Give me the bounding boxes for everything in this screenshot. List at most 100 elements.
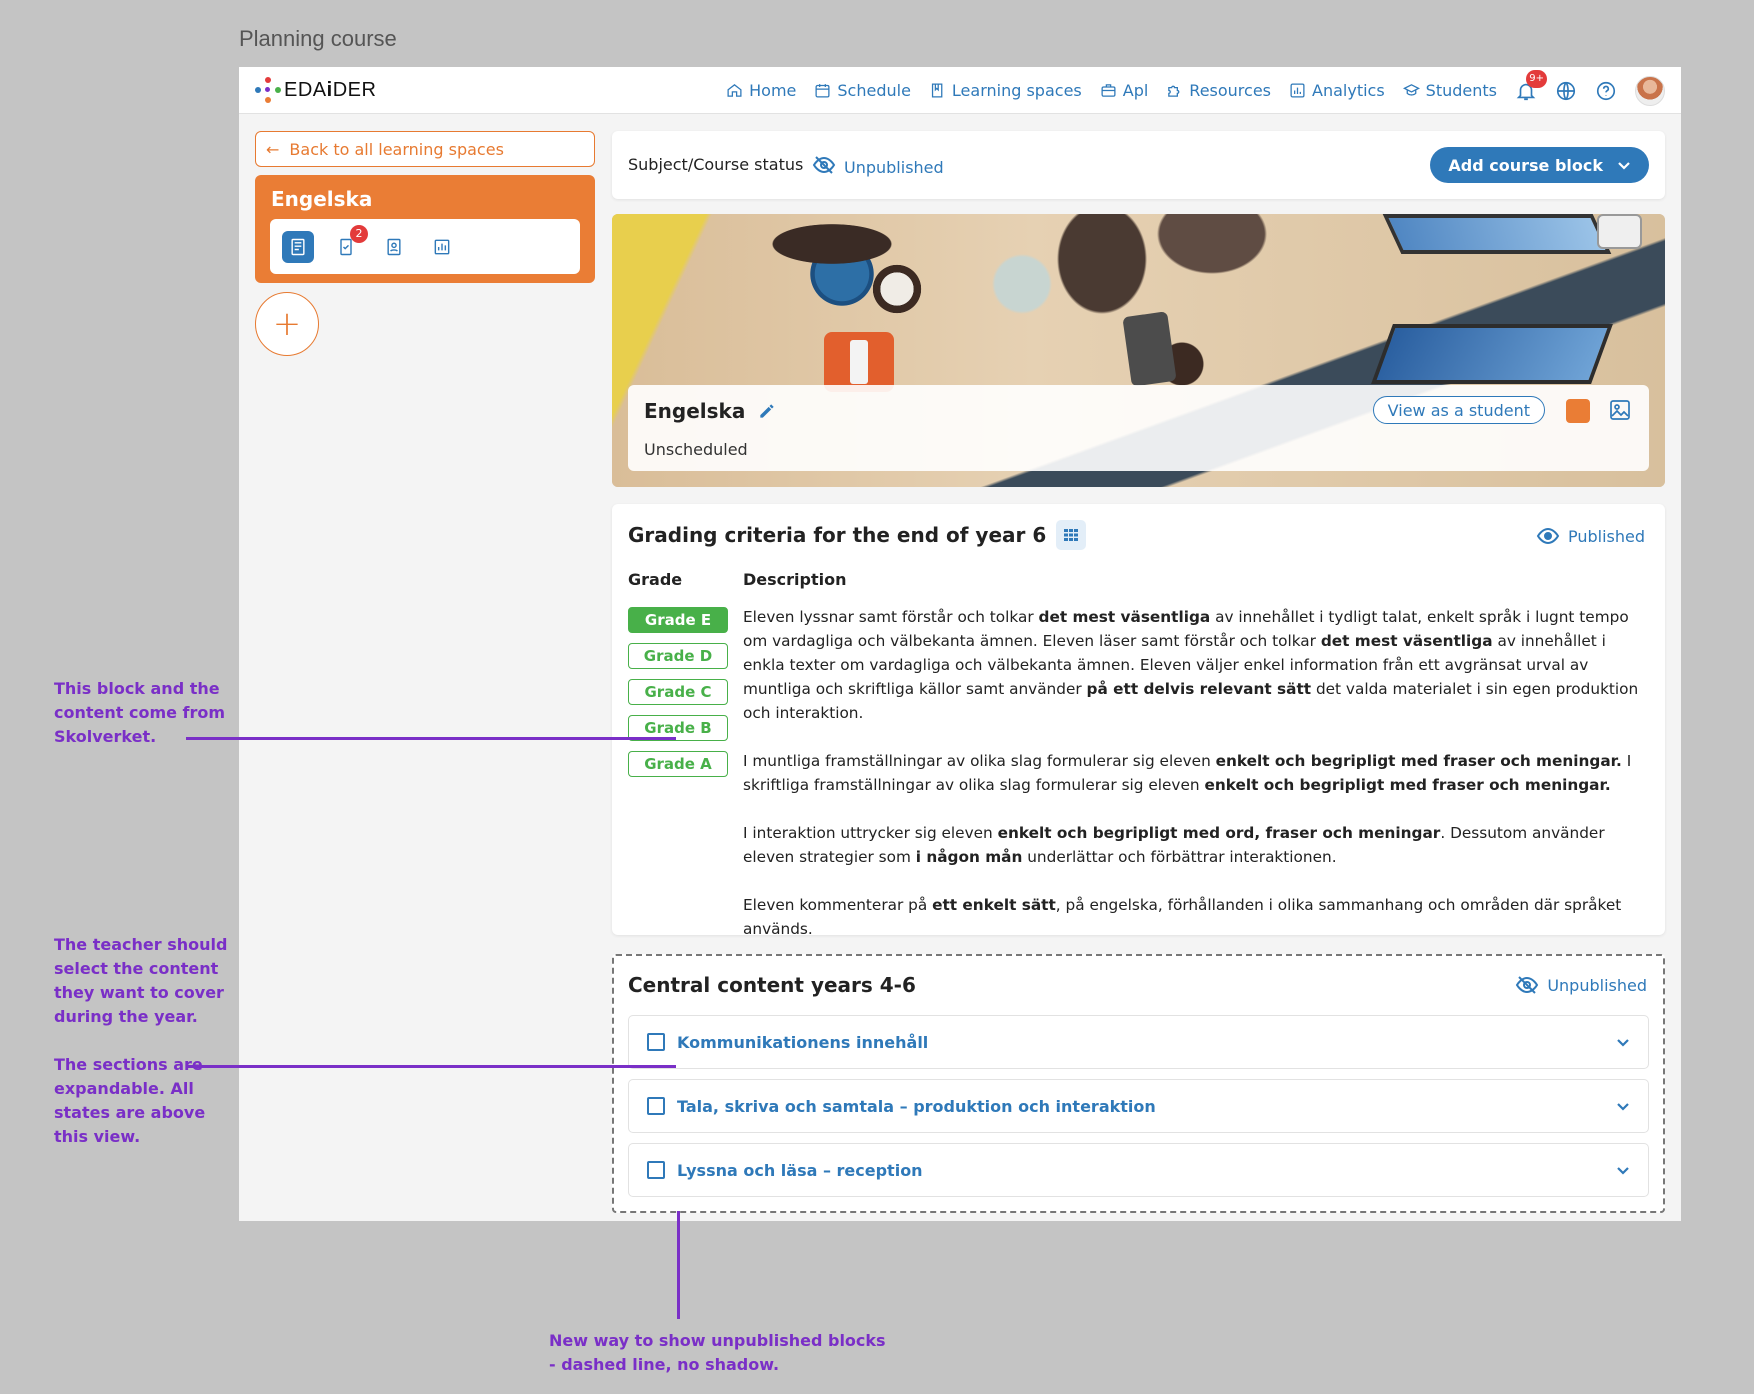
hero-image-detail [1122,311,1177,387]
section-label: Tala, skriva och samtala – produktion oc… [677,1096,1156,1116]
section-checkbox[interactable] [647,1097,665,1115]
tasks-badge: 2 [350,224,368,243]
hero-image-detail [824,332,894,392]
grading-criteria-block: Grading criteria for the end of year 6 P… [612,504,1665,938]
central-state: Unpublished [1547,975,1647,995]
globe-icon [1556,81,1576,100]
grade-e-button[interactable]: Grade E [628,607,728,633]
logo-mark-icon [255,77,281,103]
hero-image-detail [1597,214,1642,249]
briefcase-icon [1101,84,1116,97]
color-picker-swatch[interactable] [1566,399,1590,423]
nav-resources[interactable]: Resources [1166,81,1271,100]
nav-learning-spaces[interactable]: Learning spaces [929,81,1082,100]
annotation-expandable: The sections are expandable. All states ar… [54,1055,206,1146]
hero-image-detail [1382,214,1612,254]
grade-c-button[interactable]: Grade C [628,679,728,705]
help-button[interactable] [1595,80,1617,102]
tasks-tool-button[interactable]: 2 [330,224,368,263]
back-to-learning-spaces-button[interactable]: ← Back to all learning spaces [255,131,595,167]
grade-description: Eleven lyssnar samt förstår och tolkar d… [743,605,1648,965]
chevron-down-icon[interactable] [1616,1164,1630,1178]
annotation-unpublished-style: New way to show unpublished blocks - dash… [549,1331,886,1374]
central-publish-toggle[interactable]: Unpublished [1515,973,1647,997]
nav-schedule[interactable]: Schedule [814,81,911,100]
eye-off-icon [812,153,836,181]
course-title: Engelska [644,399,746,423]
grade-d-button[interactable]: Grade D [628,643,728,669]
nav-label: Apl [1122,81,1149,100]
pencil-icon[interactable] [757,401,777,421]
grid-icon [1064,529,1079,541]
logo[interactable]: EDAiDER [255,77,376,103]
chevron-down-icon[interactable] [1616,1036,1630,1050]
top-nav: EDAiDER Home Schedule Learning spaces Ap… [239,67,1681,114]
course-hero: Engelska Unscheduled View as a student [612,214,1665,487]
help-icon [1596,81,1616,100]
arrow-left-icon: ← [266,139,280,159]
app-frame: EDAiDER Home Schedule Learning spaces Ap… [239,67,1681,1221]
image-icon [1610,400,1630,420]
add-course-block-button[interactable]: Add course block [1430,147,1649,183]
assessment-tool-button[interactable] [378,231,410,263]
description-paragraph: I interaktion uttrycker sig eleven enkel… [743,824,1605,866]
description-paragraph: Eleven kommenterar på ett enkelt sätt, p… [743,896,1622,938]
chevron-down-icon[interactable] [1616,1100,1630,1114]
status-label: Subject/Course status [628,155,804,174]
section-lyssna-och-lasa[interactable]: Lyssna och läsa – reception [628,1143,1649,1197]
annotation-line [677,1211,680,1319]
section-checkbox[interactable] [647,1161,665,1179]
subject-card: Engelska 2 [255,175,595,283]
back-label: Back to all learning spaces [289,139,504,159]
course-status-toggle[interactable]: Unpublished [812,153,944,181]
nav-label: Analytics [1312,81,1385,100]
add-subject-button[interactable]: + [255,292,319,356]
section-label: Kommunikationens innehåll [677,1032,929,1052]
section-kommunikationens-innehall[interactable]: Kommunikationens innehåll [628,1015,1649,1069]
section-checkbox[interactable] [647,1033,665,1051]
bar-chart-icon [434,239,450,254]
grid-view-button[interactable] [1056,520,1087,550]
central-content-block: Central content years 4-6 Unpublished Ko… [612,954,1665,1213]
puzzle-icon [1168,85,1180,97]
document-icon [291,238,305,255]
grading-publish-toggle[interactable]: Published [1536,524,1645,548]
nav-apl[interactable]: Apl [1100,81,1149,100]
annotation-line [186,1065,676,1068]
notifications-button[interactable]: 9+ [1515,69,1547,102]
main-nav: Home Schedule Learning spaces Apl Resour… [726,67,1665,114]
language-button[interactable] [1555,80,1577,102]
graduation-icon [1402,84,1420,96]
grade-column-header: Grade [628,570,683,589]
plus-icon: + [272,304,302,344]
nav-home[interactable]: Home [726,81,796,100]
subject-tools: 2 [270,219,580,274]
annotation-line [186,737,676,740]
hero-image-detail [1371,324,1613,384]
grade-a-button[interactable]: Grade A [628,751,728,777]
grading-heading: Grading criteria for the end of year 6 [628,520,1087,550]
status-value: Unpublished [844,157,944,177]
nav-label: Students [1425,81,1497,100]
nav-label: Home [749,81,797,100]
analytics-tool-button[interactable] [426,231,458,263]
section-label: Lyssna och läsa – reception [677,1160,923,1180]
grade-list: Grade E Grade D Grade C Grade B Grade A [628,607,728,777]
logo-text: EDAiDER [284,78,377,101]
chart-icon [1290,83,1305,98]
subject-title: Engelska [271,187,373,211]
nav-label: Schedule [837,81,911,100]
change-image-button[interactable] [1608,398,1632,422]
nav-students[interactable]: Students [1402,81,1497,100]
chevron-down-icon [1618,162,1630,170]
hero-info-panel: Engelska Unscheduled View as a student [628,385,1649,471]
nav-analytics[interactable]: Analytics [1289,81,1385,100]
section-tala-skriva-samtala[interactable]: Tala, skriva och samtala – produktion oc… [628,1079,1649,1133]
eye-off-icon [1516,976,1539,994]
avatar[interactable] [1635,75,1665,106]
calendar-icon [815,84,830,98]
view-as-student-button[interactable]: View as a student [1372,396,1545,424]
status-bar: Subject/Course status Unpublished Add co… [612,131,1665,199]
nav-label: Resources [1189,81,1272,100]
planning-tool-button[interactable] [282,230,314,263]
